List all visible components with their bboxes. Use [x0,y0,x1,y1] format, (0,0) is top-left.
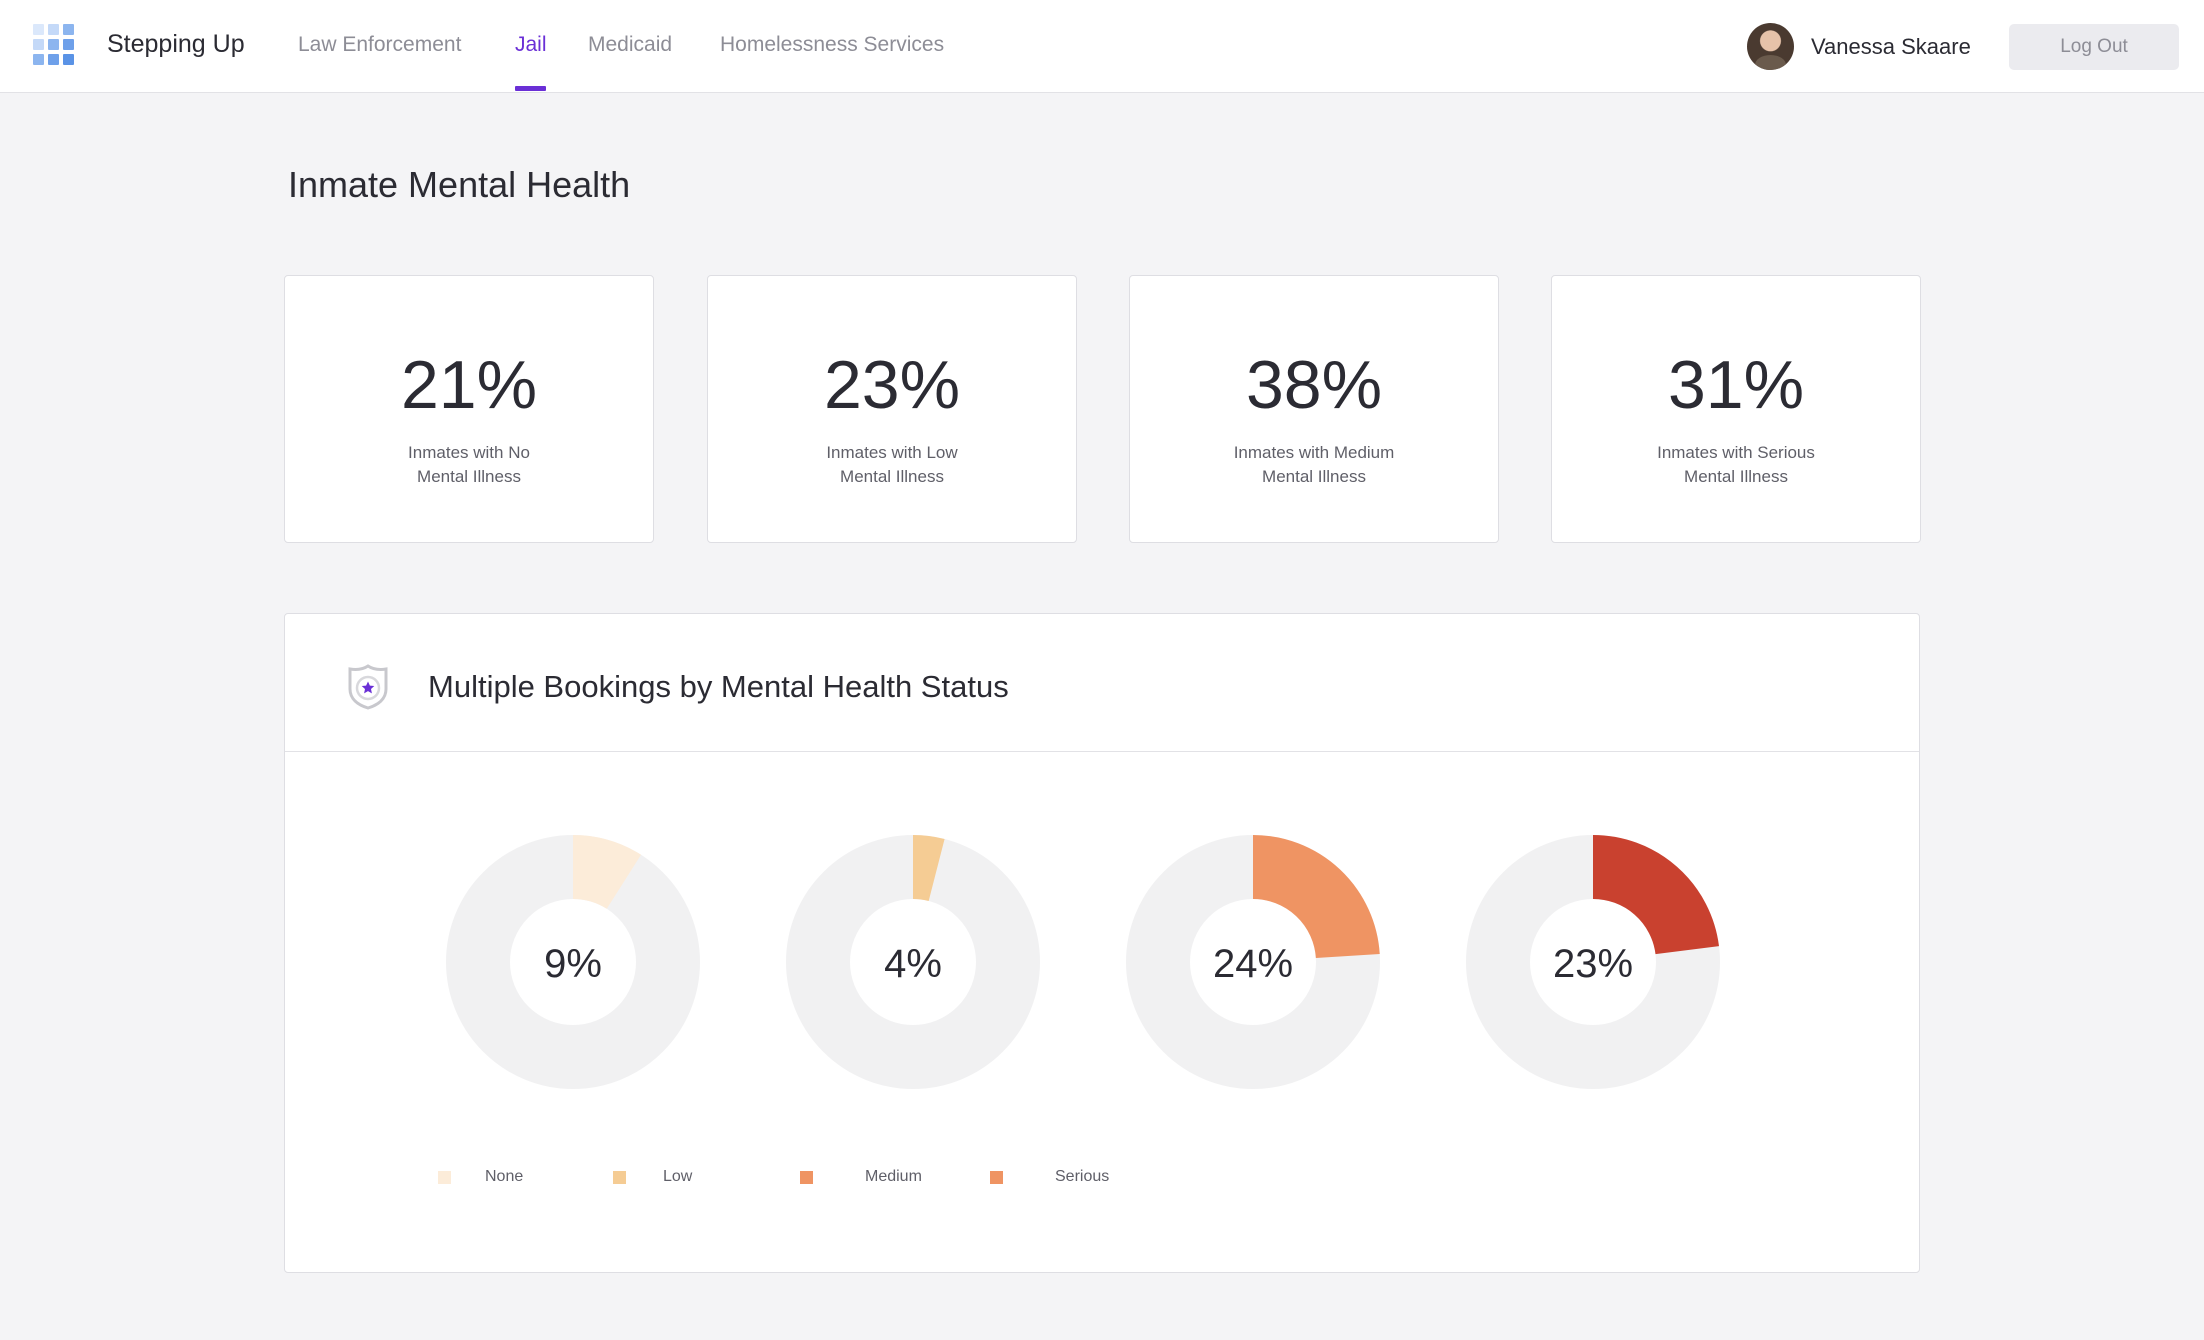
stat-label-line: Inmates with Serious [1657,443,1815,462]
user-name: Vanessa Skaare [1811,34,1971,59]
legend-swatch [990,1171,1003,1184]
stat-label-line: Mental Illness [840,467,944,486]
stat-card-medium: 38% Inmates with Medium Mental Illness [1129,275,1499,543]
nav-jail[interactable]: Jail [515,33,547,57]
stat-label: Inmates with Serious Mental Illness [1552,441,1920,489]
user-avatar[interactable] [1747,23,1794,70]
bookings-chart-panel: Multiple Bookings by Mental Health Statu… [284,613,1920,1273]
donut-label-low: 4% [884,942,942,986]
stat-label-line: Mental Illness [417,467,521,486]
logout-button[interactable]: Log Out [2009,24,2179,70]
panel-title: Multiple Bookings by Mental Health Statu… [428,669,1009,704]
page-title: Inmate Mental Health [288,164,631,205]
donut-chart-medium: 24% [1126,835,1380,1089]
stat-value: 38% [1245,347,1383,423]
donut-slice-none [571,835,642,910]
stat-label-line: Inmates with Low [826,443,958,462]
stat-label-line: Mental Illness [1684,467,1788,486]
donut-slice-low [912,834,945,902]
legend-swatch [438,1171,451,1184]
donut-chart-serious: 23% [1466,835,1720,1089]
stat-value: 23% [823,347,961,423]
app-name[interactable]: Stepping Up [107,30,245,59]
stat-card-low: 23% Inmates with Low Mental Illness [707,275,1077,543]
donut-chart-low: 4% [786,834,1040,1089]
nav-law-enforcement[interactable]: Law Enforcement [298,33,461,57]
nav-medicaid[interactable]: Medicaid [588,33,672,57]
stat-label-line: Inmates with Medium [1233,443,1395,462]
top-navigation-bar: Stepping Up Law Enforcement Jail Medicai… [0,0,2204,93]
donut-chart-none: 9% [446,835,700,1089]
stat-label-line: Inmates with No [408,443,530,462]
legend-swatch [613,1171,626,1184]
badge-star-icon [348,664,388,710]
legend-label: Low [663,1168,693,1185]
legend-label: None [485,1168,524,1185]
active-tab-indicator [515,86,546,91]
legend-swatch [800,1171,813,1184]
panel-header: Multiple Bookings by Mental Health Statu… [285,614,1919,752]
stat-label-line: Mental Illness [1262,467,1366,486]
donut-label-none: 9% [544,942,602,986]
stat-value: 21% [400,347,538,423]
stat-card-none: 21% Inmates with No Mental Illness [284,275,654,543]
donut-label-serious: 23% [1553,942,1633,986]
legend-label: Medium [865,1168,922,1185]
stat-label: Inmates with Medium Mental Illness [1130,441,1498,489]
donut-slice-serious [1591,835,1719,956]
stat-label: Inmates with No Mental Illness [285,441,653,489]
donut-label-medium: 24% [1213,942,1293,986]
stat-card-serious: 31% Inmates with Serious Mental Illness [1551,275,1921,543]
app-logo-grid-icon[interactable] [33,24,74,65]
nav-homelessness-services[interactable]: Homelessness Services [720,33,944,57]
stat-label: Inmates with Low Mental Illness [708,441,1076,489]
legend-label: Serious [1055,1168,1110,1185]
stat-value: 31% [1667,347,1805,423]
